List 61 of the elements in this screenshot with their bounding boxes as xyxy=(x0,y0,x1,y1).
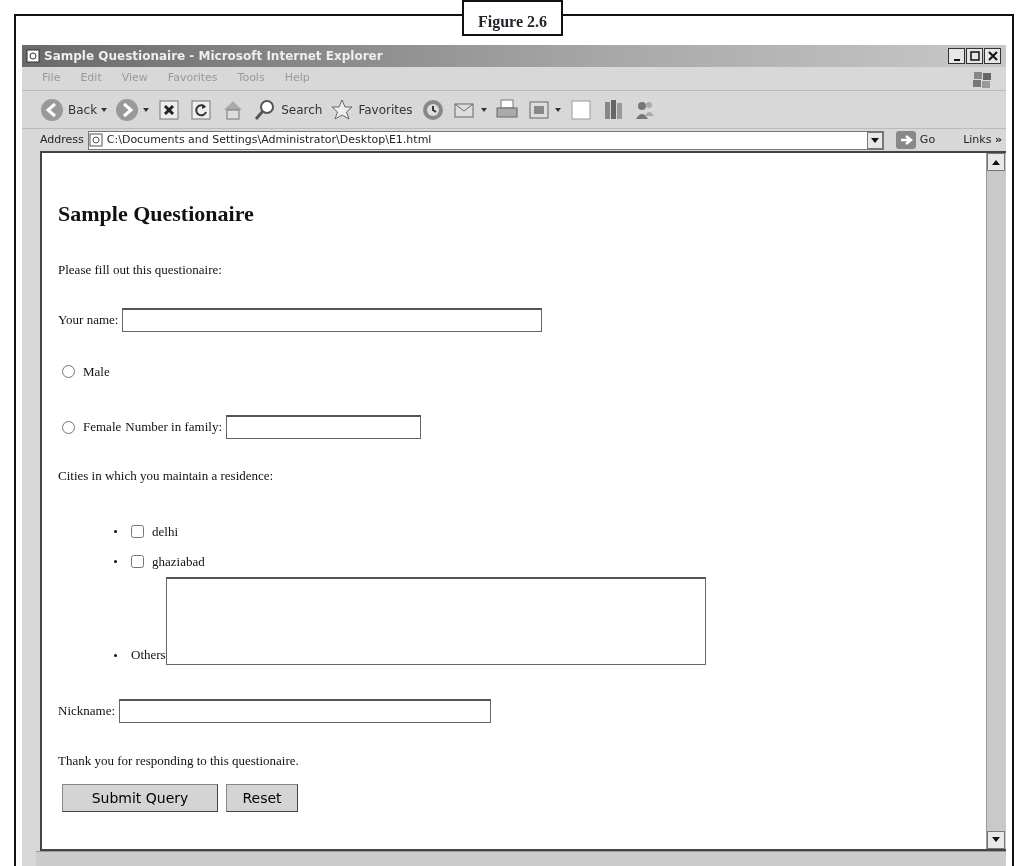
down-arrow-icon xyxy=(992,837,1000,843)
dropdown-button[interactable] xyxy=(866,131,883,149)
checkbox[interactable] xyxy=(131,555,144,568)
stop-icon xyxy=(157,97,182,122)
page-heading: Sample Questionaire xyxy=(58,200,255,228)
dropdown-arrow-icon xyxy=(554,107,561,112)
bullet xyxy=(114,653,117,657)
address-label: Address xyxy=(40,131,84,148)
close-icon xyxy=(987,49,998,63)
close-button[interactable] xyxy=(984,48,1001,64)
intro-text: Please fill out this questionaire: xyxy=(58,261,223,279)
figure-label: Figure 2.6 xyxy=(462,0,564,36)
maximize-button[interactable] xyxy=(966,48,983,64)
checkbox[interactable] xyxy=(131,525,144,538)
family-field[interactable] xyxy=(226,415,422,439)
refresh-icon xyxy=(189,97,214,122)
reset-button[interactable]: Reset xyxy=(226,784,298,812)
maximize-icon xyxy=(969,49,980,63)
star-icon xyxy=(330,97,355,122)
checkbox-label: ghaziabad xyxy=(152,552,205,571)
field-label: Your name: xyxy=(58,310,119,329)
history-button[interactable] xyxy=(420,97,445,122)
page-icon xyxy=(88,133,103,147)
page-icon xyxy=(568,97,593,122)
field-label: Others xyxy=(131,646,166,664)
others-text-area[interactable] xyxy=(165,576,706,665)
search-button[interactable]: Search xyxy=(253,97,323,122)
radio-button[interactable] xyxy=(62,420,75,434)
refresh-button[interactable] xyxy=(189,97,214,122)
dropdown-arrow-icon xyxy=(480,107,487,112)
scroll-down-button[interactable] xyxy=(987,831,1005,849)
submit-button[interactable]: Submit Query xyxy=(62,784,218,812)
thanks-text: Thank you for responding to this questionaire. xyxy=(58,751,300,770)
minimize-button[interactable] xyxy=(948,48,965,64)
stop-button[interactable] xyxy=(157,97,182,122)
go-button[interactable]: Go xyxy=(895,131,936,149)
dropdown-arrow-icon xyxy=(143,107,150,112)
radio-label: Female xyxy=(83,418,122,437)
bullet xyxy=(114,530,117,533)
back-arrow-button[interactable]: Back xyxy=(40,97,108,122)
minimize-icon xyxy=(953,59,960,61)
field-label: Number in family: xyxy=(125,418,223,437)
links-button[interactable]: Links » xyxy=(963,131,1002,149)
forward-arrow-button[interactable] xyxy=(115,97,150,122)
star-button[interactable]: Favorites xyxy=(330,97,413,122)
scroll-up-button[interactable] xyxy=(987,153,1005,171)
checkbox-label: delhi xyxy=(152,522,178,541)
name-field[interactable] xyxy=(122,307,543,332)
radio-label: Male xyxy=(83,362,110,381)
section-label: Cities in which you maintain a residence: xyxy=(58,467,275,485)
history-icon xyxy=(420,97,445,122)
address-field[interactable]: C:\Documents and Settings\Administrator\Desktop\E1.html xyxy=(87,130,884,150)
radio-button[interactable] xyxy=(62,364,75,378)
dropdown-arrow-icon xyxy=(101,107,108,112)
field-label: Nickname: xyxy=(58,701,116,720)
window-title: Sample Questionaire - Microsoft Internet Explorer xyxy=(44,48,383,65)
up-arrow-icon xyxy=(992,159,1000,165)
bullet xyxy=(114,560,117,563)
dropdown-arrow-icon xyxy=(870,137,879,143)
page-icon xyxy=(26,49,40,63)
nickname-field[interactable] xyxy=(119,698,492,723)
